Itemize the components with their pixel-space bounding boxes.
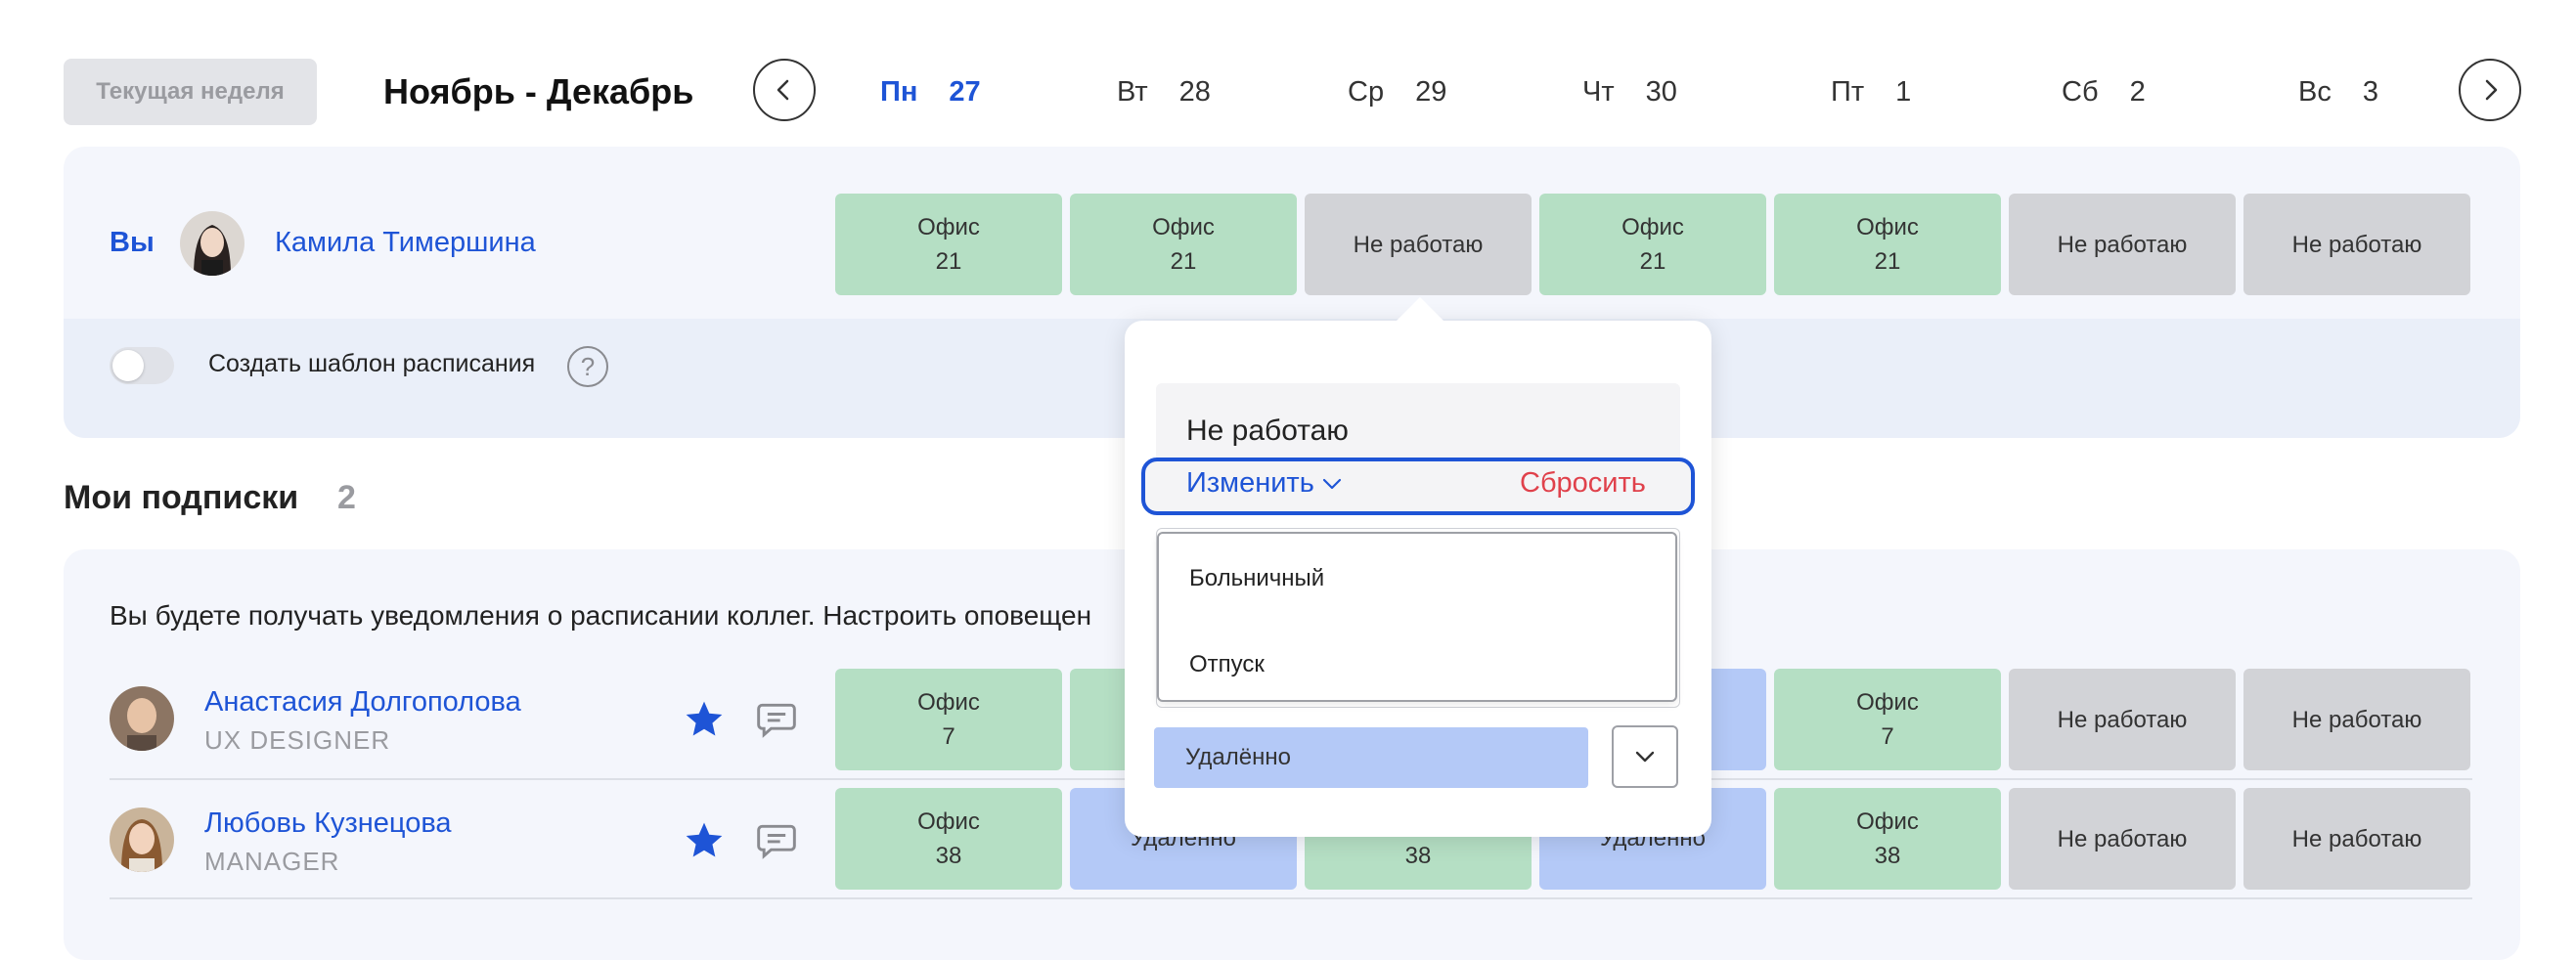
help-icon[interactable]: ?: [567, 346, 608, 387]
schedule-cell[interactable]: Офис 7: [835, 669, 1062, 770]
option-vacation[interactable]: Отпуск: [1189, 651, 1265, 678]
schedule-cell[interactable]: Не работаю: [2009, 669, 2236, 770]
schedule-cell[interactable]: Офис 21: [1539, 194, 1766, 295]
chevron-down-icon: [1635, 751, 1655, 763]
day-header-sun: Вс 3: [2298, 75, 2378, 108]
avatar: [110, 807, 174, 872]
schedule-cell[interactable]: Не работаю: [2009, 788, 2236, 890]
schedule-cell[interactable]: Не работаю: [2243, 194, 2470, 295]
avatar: [110, 686, 174, 751]
day-header-tue: Вт 28: [1117, 75, 1211, 108]
period-title: Ноябрь - Декабрь: [383, 71, 694, 111]
schedule-cell[interactable]: Офис 21: [1070, 194, 1297, 295]
schedule-cell[interactable]: Офис 21: [1774, 194, 2001, 295]
schedule-cell[interactable]: Офис 38: [835, 788, 1062, 890]
option-remote-selected[interactable]: Удалённо: [1154, 727, 1588, 788]
schedule-cell[interactable]: Не работаю: [2009, 194, 2236, 295]
chevron-left-icon: [777, 79, 789, 101]
avatar: [180, 211, 244, 276]
current-week-button[interactable]: Текущая неделя: [64, 59, 317, 125]
toggle-knob: [112, 350, 144, 381]
chat-icon[interactable]: [755, 698, 798, 741]
you-label: Вы: [110, 227, 155, 258]
person-name-link[interactable]: Анастасия Долгополова: [204, 686, 521, 719]
row-divider: [110, 897, 2472, 899]
day-header-thu: Чт 30: [1582, 75, 1677, 108]
star-icon[interactable]: [683, 698, 726, 741]
star-icon[interactable]: [683, 819, 726, 862]
popup-arrow: [1391, 297, 1449, 327]
person-role: UX DESIGNER: [204, 725, 391, 755]
option-sick-leave[interactable]: Больничный: [1189, 565, 1324, 592]
schedule-cell[interactable]: Не работаю: [2243, 788, 2470, 890]
next-week-button[interactable]: [2459, 59, 2521, 121]
day-header-fri: Пт 1: [1831, 75, 1912, 108]
chevron-right-icon: [2485, 79, 2498, 101]
subscriptions-title: Мои подписки: [64, 479, 299, 516]
schedule-cell[interactable]: Не работаю: [2243, 669, 2470, 770]
person-role: MANAGER: [204, 847, 340, 876]
schedule-cell-selected[interactable]: Не работаю: [1305, 194, 1532, 295]
current-status-text: Не работаю: [1186, 415, 1349, 447]
change-button[interactable]: Изменить: [1186, 467, 1344, 500]
select-toggle-button[interactable]: [1612, 725, 1678, 788]
schedule-cell[interactable]: Офис 7: [1774, 669, 2001, 770]
chat-icon[interactable]: [755, 819, 798, 862]
day-header-wed: Ср 29: [1348, 75, 1447, 108]
reset-button[interactable]: Сбросить: [1520, 467, 1646, 500]
person-name-link[interactable]: Любовь Кузнецова: [204, 807, 452, 840]
chevron-down-icon: [1322, 478, 1341, 489]
my-name-link[interactable]: Камила Тимершина: [275, 227, 536, 259]
template-label: Создать шаблон расписания: [208, 350, 536, 377]
day-header-sat: Сб 2: [2062, 75, 2146, 108]
template-toggle[interactable]: [110, 347, 174, 384]
prev-week-button[interactable]: [753, 59, 816, 121]
schedule-cell[interactable]: Офис 38: [1774, 788, 2001, 890]
subscriptions-count: 2: [337, 479, 356, 516]
day-header-mon: Пн 27: [880, 75, 981, 108]
subscriptions-notice: Вы будете получать уведомления о расписа…: [110, 600, 1092, 631]
schedule-cell[interactable]: Офис 21: [835, 194, 1062, 295]
